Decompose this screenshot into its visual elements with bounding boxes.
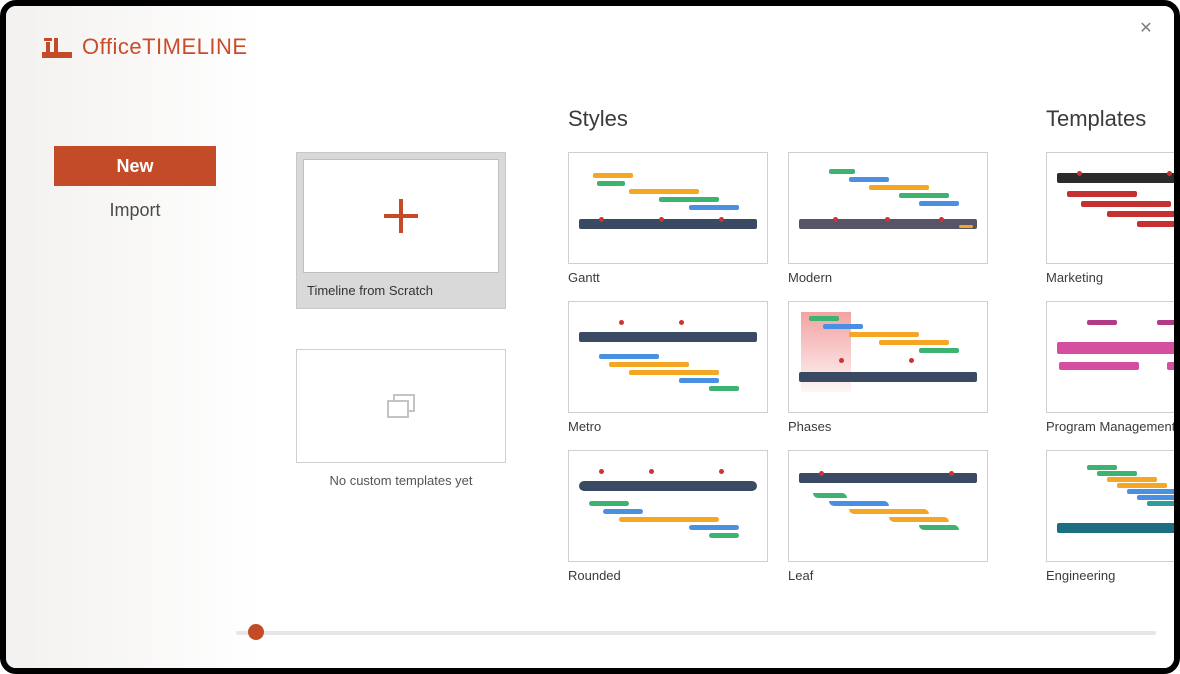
styles-title: Styles	[568, 106, 998, 134]
horizontal-slider[interactable]	[236, 626, 1156, 638]
thumb-leaf	[788, 450, 988, 562]
style-label: Gantt	[568, 270, 768, 285]
templates-column: Templates Marketing	[1046, 106, 1174, 583]
thumb-rounded	[568, 450, 768, 562]
template-label: Engineering	[1046, 568, 1174, 583]
style-label: Modern	[788, 270, 988, 285]
brand-icon	[42, 34, 72, 60]
content-area: Timeline from Scratch No custom template…	[296, 106, 1174, 608]
thumb-metro	[568, 301, 768, 413]
brand-logo: OfficeTIMELINE	[42, 34, 248, 60]
template-card-engineering[interactable]: Engineering	[1046, 450, 1174, 583]
nav-new-button[interactable]: New	[54, 146, 216, 186]
style-label: Metro	[568, 419, 768, 434]
thumb-modern	[788, 152, 988, 264]
scratch-column: Timeline from Scratch No custom template…	[296, 106, 516, 488]
thumb-gantt	[568, 152, 768, 264]
thumb-program	[1046, 301, 1174, 413]
no-custom-templates: No custom templates yet	[296, 349, 506, 488]
thumb-marketing	[1046, 152, 1174, 264]
close-button[interactable]: ✕	[1136, 18, 1156, 38]
brand-text-part1: Office	[82, 34, 142, 59]
scratch-label: Timeline from Scratch	[303, 283, 499, 298]
templates-grid: Marketing Program Management	[1046, 152, 1174, 583]
styles-grid: Gantt	[568, 152, 998, 583]
style-label: Rounded	[568, 568, 768, 583]
thumb-engineering	[1046, 450, 1174, 562]
style-card-phases[interactable]: Phases	[788, 301, 988, 434]
plus-icon	[384, 199, 418, 233]
style-card-rounded[interactable]: Rounded	[568, 450, 768, 583]
no-custom-box	[296, 349, 506, 463]
close-icon: ✕	[1139, 18, 1152, 38]
stack-icon	[387, 394, 415, 418]
templates-title: Templates	[1046, 106, 1174, 134]
slider-knob[interactable]	[248, 624, 264, 640]
template-card-marketing[interactable]: Marketing	[1046, 152, 1174, 285]
template-card-program-management[interactable]: Program Management	[1046, 301, 1174, 434]
nav-import-button[interactable]: Import	[54, 190, 216, 230]
styles-column: Styles	[568, 106, 998, 583]
thumb-phases	[788, 301, 988, 413]
no-custom-label: No custom templates yet	[296, 473, 506, 488]
brand-text: OfficeTIMELINE	[82, 34, 248, 60]
style-card-metro[interactable]: Metro	[568, 301, 768, 434]
scratch-thumb	[303, 159, 499, 273]
sidebar: New Import	[54, 146, 224, 234]
brand-text-part2: TIMELINE	[142, 34, 247, 59]
style-card-gantt[interactable]: Gantt	[568, 152, 768, 285]
slider-track	[236, 631, 1156, 635]
style-card-modern[interactable]: Modern	[788, 152, 988, 285]
template-label: Program Management	[1046, 419, 1174, 434]
template-label: Marketing	[1046, 270, 1174, 285]
style-label: Phases	[788, 419, 988, 434]
style-label: Leaf	[788, 568, 988, 583]
style-card-leaf[interactable]: Leaf	[788, 450, 988, 583]
timeline-from-scratch-card[interactable]: Timeline from Scratch	[296, 152, 506, 309]
